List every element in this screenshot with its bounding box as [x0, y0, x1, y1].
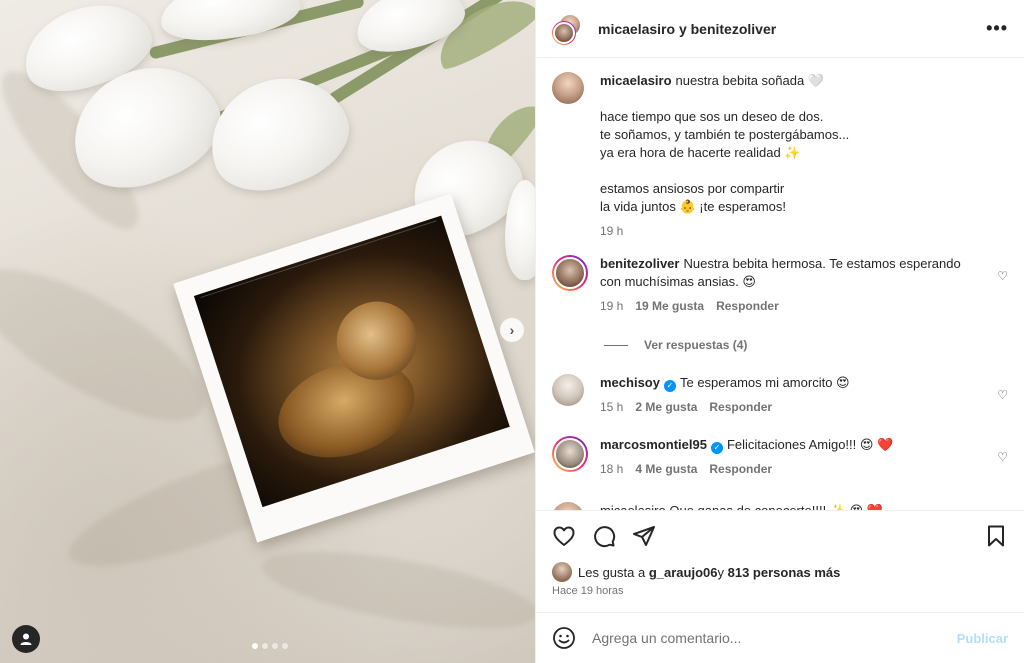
fabric-fold	[256, 536, 535, 644]
reply-button[interactable]: Responder	[709, 460, 772, 478]
view-replies-line	[604, 344, 628, 346]
carousel-dot	[272, 643, 278, 649]
avatar[interactable]	[552, 72, 584, 104]
comment-username[interactable]: benitezoliver	[600, 256, 679, 271]
avatar[interactable]	[552, 436, 588, 472]
post-image[interactable]: ›	[0, 0, 535, 663]
collab-avatars[interactable]	[552, 12, 584, 45]
view-replies-button[interactable]: Ver respuestas (4)	[604, 338, 747, 352]
caption-line: estamos ansiosos por compartir	[600, 181, 785, 196]
tagged-users-button[interactable]	[12, 625, 40, 653]
fabric-fold	[0, 241, 226, 449]
more-horizontal-icon[interactable]: •••	[986, 18, 1008, 39]
tulip-flower	[194, 59, 362, 207]
likes-middle: y	[717, 564, 725, 580]
caption-line: hace tiempo que sos un deseo de dos.	[600, 109, 824, 124]
chevron-right-icon: ›	[509, 322, 515, 338]
likes-prefix: Les gusta a	[578, 564, 646, 580]
post-actions	[536, 510, 1024, 560]
post-side-panel: micaelasiro y benitezoliver ••• micaelas…	[535, 0, 1024, 663]
view-replies-label: Ver respuestas (4)	[644, 338, 748, 352]
like-comment-heart-icon[interactable]: ♡	[997, 269, 1008, 283]
share-icon[interactable]	[632, 524, 656, 548]
emoji-icon[interactable]	[552, 626, 576, 650]
carousel-dot	[262, 643, 268, 649]
like-comment-heart-icon[interactable]: ♡	[997, 450, 1008, 464]
next-image-button[interactable]: ›	[500, 318, 524, 342]
publish-button[interactable]: Publicar	[957, 631, 1008, 646]
like-comment-heart-icon[interactable]: ♡	[997, 388, 1008, 402]
verified-badge-icon: ✓	[710, 442, 723, 454]
caption-line: ya era hora de hacerte realidad ✨	[600, 145, 801, 160]
avatar[interactable]	[552, 374, 584, 406]
caption-time: 19 h	[600, 224, 624, 238]
post-time[interactable]: Hace 19 horas	[552, 585, 624, 597]
comment-likes[interactable]: 19 Me gusta	[635, 297, 704, 315]
comment-likes[interactable]: 4 Me gusta	[635, 460, 697, 478]
post-authors[interactable]: micaelasiro y benitezoliver	[598, 21, 776, 37]
user-icon	[20, 633, 32, 645]
carousel-dot	[282, 643, 288, 649]
likes-user[interactable]: g_araujo06	[649, 565, 718, 580]
comment-time: 19 h	[600, 299, 624, 313]
carousel-indicator	[252, 643, 288, 649]
add-comment-bar: Publicar	[536, 612, 1024, 663]
comment-text: Te esperamos mi amorcito 😍	[679, 375, 850, 390]
ultrasound-image	[193, 215, 510, 508]
comment-time: 15 h	[600, 400, 624, 414]
comment-item: marcosmontiel95 ✓ Felicitaciones Amigo!!! …	[552, 436, 1008, 478]
post-caption: micaelasiro nuestra bebita soñada 🤍 hace …	[552, 72, 1008, 240]
caption-line: te soñamos, y también te postergábamos..…	[600, 127, 850, 142]
bookmark-icon[interactable]	[984, 524, 1008, 548]
likes-summary: Les gusta a g_araujo06 y 813 personas má…	[552, 562, 840, 582]
comment-icon[interactable]	[592, 524, 616, 548]
comments-list[interactable]: micaelasiro nuestra bebita soñada 🤍 hace …	[536, 58, 1024, 510]
likes-count[interactable]: 813 personas más	[728, 565, 841, 580]
comment-item: mechisoy ✓ Te esperamos mi amorcito 😍 15 h…	[552, 374, 1008, 416]
comment-input[interactable]	[592, 630, 957, 646]
caption-username[interactable]: micaelasiro	[600, 73, 672, 88]
reply-button[interactable]: Responder	[716, 297, 779, 315]
reply-button[interactable]: Responder	[709, 398, 772, 416]
comment-username[interactable]: marcosmontiel95	[600, 437, 707, 452]
avatar	[552, 562, 572, 582]
verified-badge-icon: ✓	[663, 380, 676, 392]
comment-username[interactable]: mechisoy	[600, 375, 660, 390]
comment-text: micaelasiro Que ganas de conocerte!!!! ✨…	[600, 502, 1008, 510]
heart-icon[interactable]	[552, 524, 576, 548]
comment-likes[interactable]: 2 Me gusta	[635, 398, 697, 416]
comment-time: 18 h	[600, 462, 624, 476]
comment-item: micaelasiro Que ganas de conocerte!!!! ✨…	[552, 502, 1008, 510]
ultrasound-header	[200, 220, 441, 309]
caption-first-line: nuestra bebita soñada 🤍	[675, 73, 824, 88]
comment-text: Felicitaciones Amigo!!! 😍 ❤️	[726, 437, 894, 452]
avatar[interactable]	[552, 255, 588, 291]
avatar[interactable]	[552, 502, 584, 510]
carousel-dot	[252, 643, 258, 649]
comment-item: benitezoliver Nuestra bebita hermosa. Te …	[552, 255, 1008, 315]
caption-line: la vida juntos 👶 ¡te esperamos!	[600, 199, 786, 214]
avatar	[552, 20, 576, 45]
post-header: micaelasiro y benitezoliver •••	[536, 0, 1024, 58]
